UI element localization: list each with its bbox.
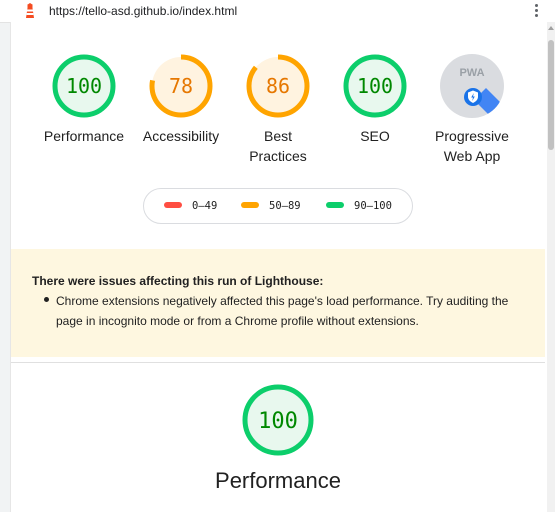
warning-title: There were issues affecting this run of … [32, 274, 324, 288]
gauge-pwa[interactable]: PWA Progressive Web App [417, 54, 527, 166]
score-legend: 0–49 50–89 90–100 [143, 188, 413, 224]
gauge-label-line: Practices [249, 148, 307, 164]
gauge-label: Performance [43, 128, 125, 144]
legend-color-bar [241, 202, 259, 208]
gauge-label-line: Best [263, 128, 292, 144]
pwa-badge-icon: PWA [440, 54, 504, 118]
gauge-score: 100 [66, 74, 102, 98]
gauge-ring: 100 [242, 384, 314, 456]
gauge-seo[interactable]: 100 SEO [320, 54, 430, 146]
url-bar[interactable]: https://tello-asd.github.io/index.html [0, 0, 555, 23]
gauge-label-line: Progressive [435, 128, 509, 144]
url-text[interactable]: https://tello-asd.github.io/index.html [49, 4, 237, 18]
legend-color-bar [164, 202, 182, 208]
scroll-up-icon[interactable] [548, 26, 554, 30]
gauge-ring: 100 [343, 54, 407, 118]
performance-section-gauge[interactable]: 100 [242, 384, 314, 456]
gauge-performance[interactable]: 100 Performance [29, 54, 139, 146]
gauge-label: Progressive Web App [417, 126, 527, 166]
gauge-label: Best Practices [223, 126, 333, 166]
gauge-ring: 86 [246, 54, 310, 118]
gauge-score: 100 [357, 74, 393, 98]
legend-color-bar [326, 202, 344, 208]
lighthouse-icon [26, 3, 34, 18]
gauge-accessibility[interactable]: 78 Accessibility [126, 54, 236, 146]
warning-item: Chrome extensions negatively affected th… [56, 294, 509, 328]
kebab-menu-icon[interactable] [535, 4, 539, 18]
gauge-score: 100 [258, 409, 298, 434]
gauge-label: SEO [360, 128, 390, 144]
section-divider [11, 362, 545, 363]
gauge-ring: 78 [149, 54, 213, 118]
pwa-badge-text: PWA [459, 67, 484, 79]
legend-range: 0–49 [192, 200, 218, 212]
gauge-best-practices[interactable]: 86 Best Practices [223, 54, 333, 166]
gauge-score: 86 [266, 74, 290, 98]
legend-item-fail: 0–49 [164, 200, 217, 212]
gauge-ring: 100 [52, 54, 116, 118]
run-warnings: There were issues affecting this run of … [11, 249, 545, 357]
legend-range: 90–100 [354, 200, 392, 212]
gauge-label-line: Web App [443, 148, 501, 164]
legend-range: 50–89 [269, 200, 301, 212]
scrollbar-thumb[interactable] [548, 40, 554, 150]
section-title: Performance [215, 468, 341, 493]
legend-item-average: 50–89 [241, 200, 301, 212]
bullet-icon [44, 297, 49, 302]
gauge-score: 78 [169, 74, 193, 98]
gauge-label: Accessibility [142, 128, 220, 144]
legend-item-pass: 90–100 [326, 200, 392, 212]
